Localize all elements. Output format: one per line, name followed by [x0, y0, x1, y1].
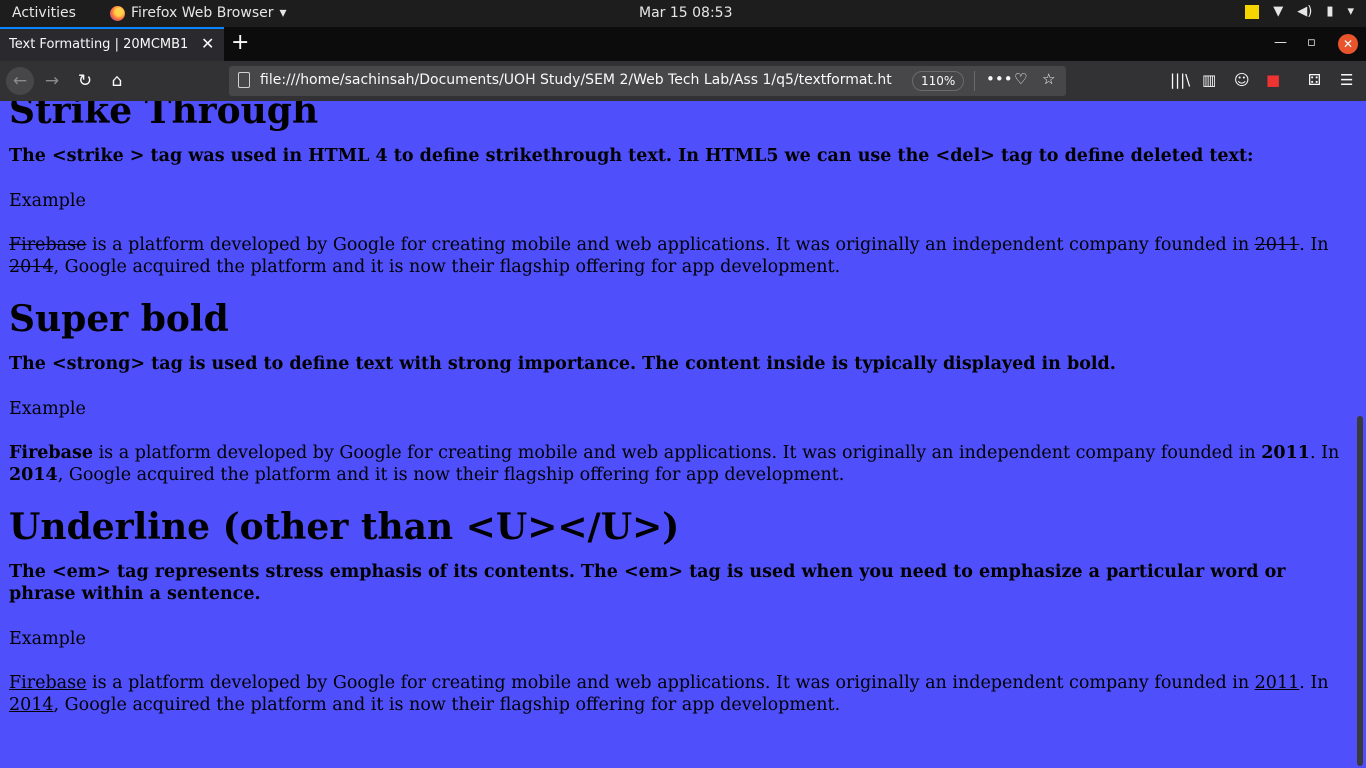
bold-word: 2011	[1261, 443, 1310, 463]
forward-button[interactable]: →	[38, 67, 66, 95]
home-button[interactable]: ⌂	[103, 67, 131, 95]
bold-word: Firebase	[9, 443, 93, 463]
app-menu-label: Firefox Web Browser	[131, 5, 274, 21]
address-bar[interactable]: file:///home/sachinsah/Documents/UOH Stu…	[229, 66, 1066, 96]
back-button[interactable]: ←	[6, 67, 34, 95]
strike-heading: Strike Through	[9, 101, 319, 132]
close-window-icon[interactable]: ✕	[1338, 34, 1358, 54]
struck-word: 2011	[1254, 235, 1300, 255]
extension-red-icon[interactable]: ■	[1266, 71, 1280, 89]
underlined-word: Firebase	[9, 673, 87, 693]
underlined-word: 2011	[1254, 673, 1300, 693]
strike-description: The <strike > tag was used in HTML 4 to …	[9, 146, 1254, 166]
battery-icon: ▮	[1326, 4, 1334, 19]
page-icon	[238, 72, 250, 88]
bold-example-paragraph: Firebase is a platform developed by Goog…	[9, 443, 1340, 485]
app-menu[interactable]: Firefox Web Browser ▾	[110, 5, 287, 21]
strike-example-paragraph: Firebase is a platform developed by Goog…	[9, 235, 1329, 277]
underline-description: The <em> tag represents stress emphasis …	[9, 562, 1286, 604]
underline-example-label: Example	[9, 629, 86, 649]
maximize-icon[interactable]: ▫	[1307, 35, 1316, 50]
close-tab-icon[interactable]: ✕	[201, 34, 214, 53]
navigation-toolbar: ← → ↻ ⌂ file:///home/sachinsah/Documents…	[0, 61, 1366, 101]
zoom-indicator[interactable]: 110%	[912, 71, 965, 91]
scrollbar-thumb[interactable]	[1357, 416, 1363, 766]
bold-word: 2014	[9, 465, 58, 485]
volume-icon: ◀)	[1297, 4, 1313, 19]
underline-heading: Underline (other than <U></U>)	[9, 506, 680, 548]
pocket-icon[interactable]: ♡	[1014, 70, 1027, 88]
struck-word: 2014	[9, 257, 54, 277]
underline-example-paragraph: Firebase is a platform developed by Goog…	[9, 673, 1329, 715]
extension-avatar-icon[interactable]: ☺	[1234, 71, 1250, 89]
bold-example-label: Example	[9, 399, 86, 419]
bold-heading: Super bold	[9, 298, 229, 340]
tab-title: Text Formatting | 20MCMB1	[9, 37, 189, 52]
page-content: Strike Through The <strike > tag was use…	[0, 101, 1354, 768]
notes-icon[interactable]	[1245, 4, 1260, 19]
wifi-icon: ▼	[1273, 4, 1284, 19]
firefox-icon	[110, 5, 125, 21]
tab-strip: Text Formatting | 20MCMB1 ✕ + — ▫ ✕	[0, 27, 1366, 61]
minimize-icon[interactable]: —	[1274, 35, 1287, 50]
bold-description: The <strong> tag is used to define text …	[9, 354, 1116, 374]
library-icon[interactable]: |||\	[1170, 71, 1190, 89]
extensions-icon[interactable]: ⚃	[1308, 71, 1321, 89]
struck-word: Firebase	[9, 235, 87, 255]
system-tray[interactable]: ▼ ◀) ▮ ▾	[1245, 4, 1354, 19]
chevron-down-icon: ▾	[1347, 4, 1354, 19]
menu-icon[interactable]: ☰	[1340, 71, 1353, 89]
chevron-down-icon: ▾	[279, 5, 287, 21]
tab-text-formatting[interactable]: Text Formatting | 20MCMB1 ✕	[0, 27, 224, 61]
new-tab-button[interactable]: +	[231, 30, 249, 55]
underlined-word: 2014	[9, 695, 54, 715]
clock[interactable]: Mar 15 08:53	[639, 5, 732, 21]
strike-example-label: Example	[9, 191, 86, 211]
page-actions-icon[interactable]: •••	[986, 70, 1013, 88]
bookmark-star-icon[interactable]: ☆	[1042, 70, 1055, 88]
activities-button[interactable]: Activities	[12, 5, 76, 21]
system-top-bar: Activities Firefox Web Browser ▾ Mar 15 …	[0, 0, 1366, 27]
url-text[interactable]: file:///home/sachinsah/Documents/UOH Stu…	[260, 72, 905, 88]
url-separator	[974, 71, 975, 91]
sidebar-icon[interactable]: ▥	[1202, 71, 1216, 89]
reload-button[interactable]: ↻	[71, 67, 99, 95]
vertical-scrollbar[interactable]	[1354, 101, 1366, 768]
